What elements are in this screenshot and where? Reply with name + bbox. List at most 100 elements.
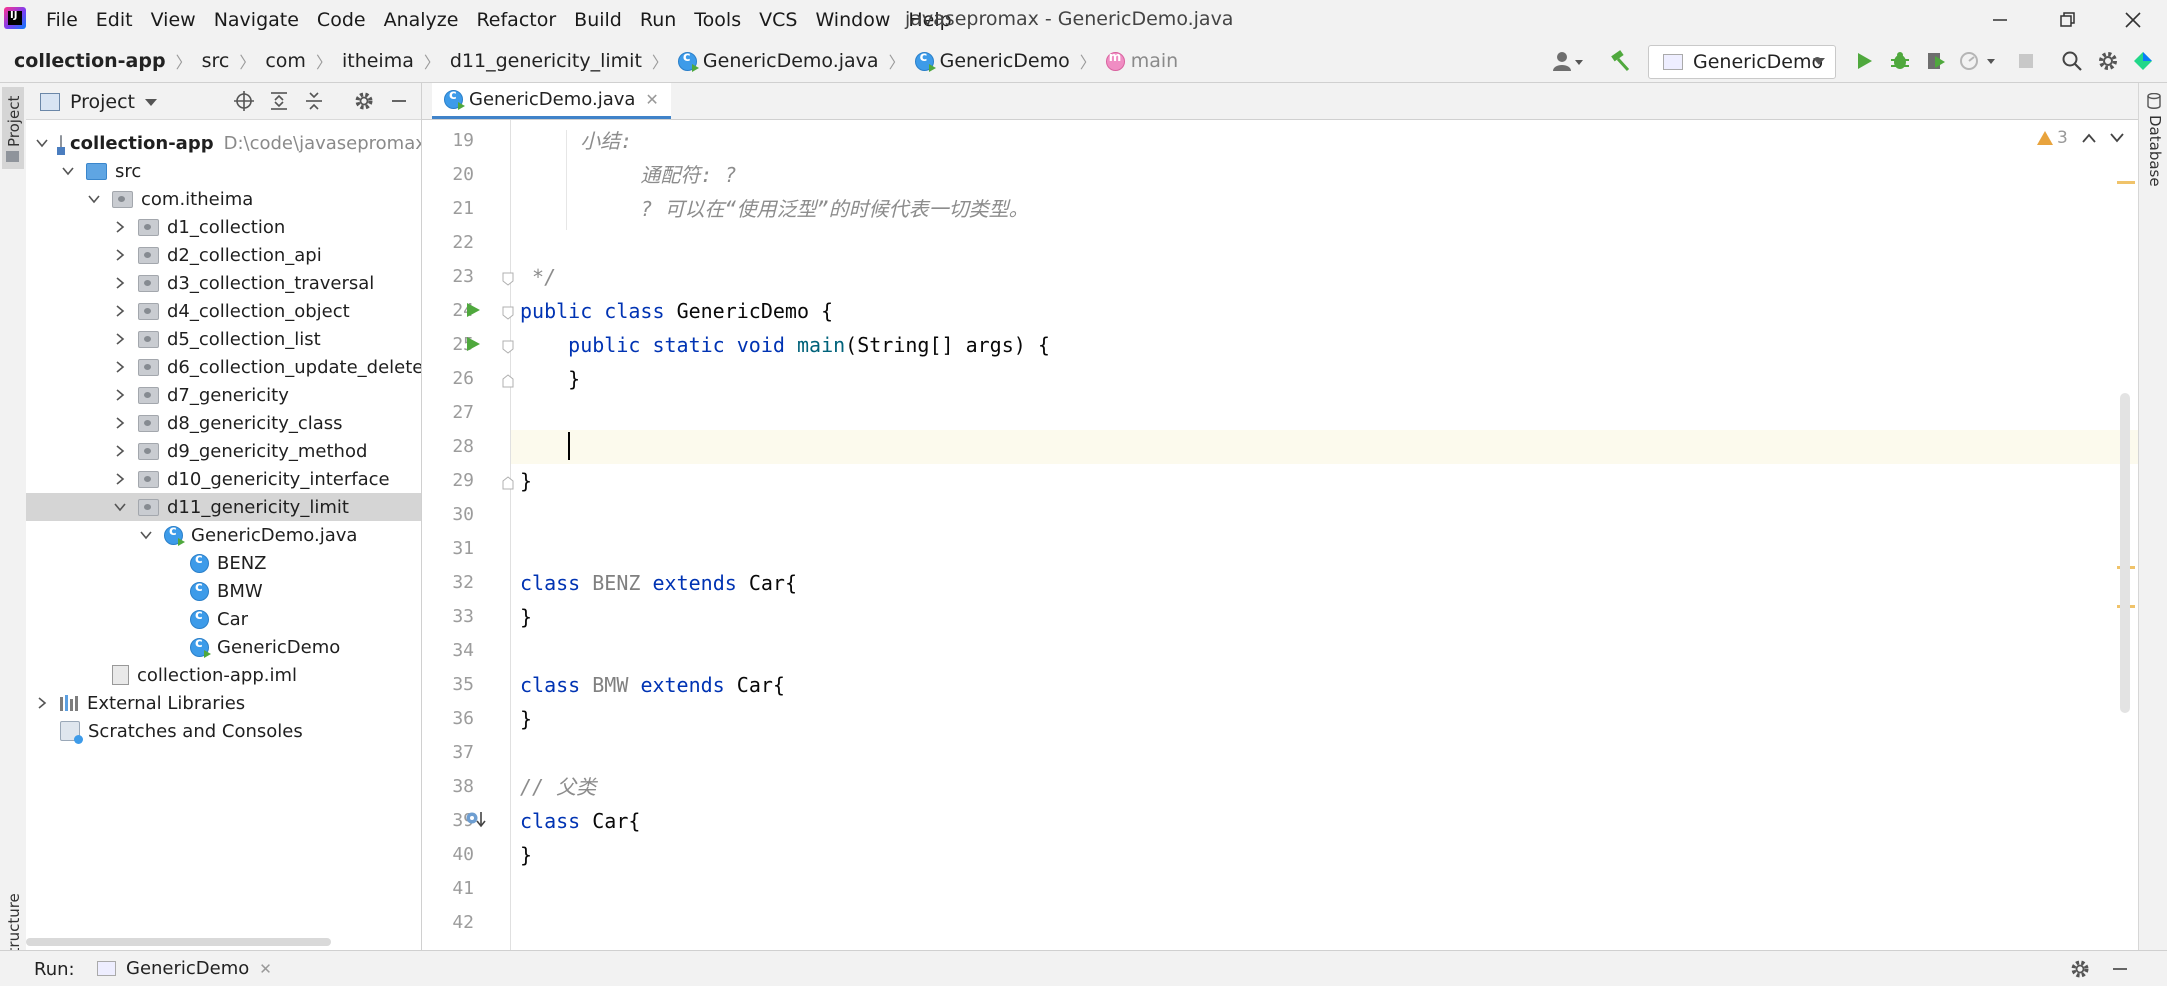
chevron-down-icon — [145, 98, 158, 106]
tree-node-folder[interactable]: d7_genericity — [26, 381, 421, 409]
menu-tools[interactable]: Tools — [694, 9, 741, 31]
toolbox-icon — [2134, 52, 2152, 70]
minimize-button[interactable] — [1975, 4, 2025, 36]
tree-node-root[interactable]: collection-app D:\code\javasepromax\c — [26, 129, 421, 157]
tree-node-package[interactable]: com.itheima — [26, 185, 421, 213]
breadcrumb-class[interactable]: GenericDemo — [914, 50, 1070, 72]
tree-node-folder[interactable]: d1_collection — [26, 213, 421, 241]
breadcrumb-itheima[interactable]: itheima — [342, 50, 414, 72]
implemented-gutter-icon[interactable] — [465, 810, 487, 830]
breadcrumb-method[interactable]: main — [1105, 50, 1178, 72]
chevron-down-icon — [62, 165, 74, 177]
code-line-29: } — [520, 469, 533, 493]
inspection-widget[interactable]: 3 — [2037, 128, 2124, 148]
close-tab-icon[interactable]: ✕ — [259, 960, 272, 978]
tree-node-folder[interactable]: d5_collection_list — [26, 325, 421, 353]
build-button[interactable] — [1608, 49, 1632, 73]
menu-window[interactable]: Window — [815, 9, 890, 31]
collapse-all-button[interactable] — [303, 90, 325, 112]
locate-file-button[interactable] — [233, 90, 255, 112]
menu-build[interactable]: Build — [574, 9, 622, 31]
package-icon — [138, 274, 159, 292]
chevron-down-icon[interactable] — [2110, 133, 2124, 143]
tree-node-folder[interactable]: d4_collection_object — [26, 297, 421, 325]
package-icon — [138, 386, 159, 404]
folder-label: d9_genericity_method — [167, 440, 368, 462]
tree-node-folder[interactable]: d2_collection_api — [26, 241, 421, 269]
tree-node-folder[interactable]: d8_genericity_class — [26, 409, 421, 437]
close-window-button[interactable] — [2108, 4, 2158, 36]
tree-node-folder[interactable]: d6_collection_update_delete — [26, 353, 421, 381]
menu-navigate[interactable]: Navigate — [214, 9, 299, 31]
gear-icon[interactable] — [2070, 959, 2090, 979]
project-view-selector[interactable]: Project — [40, 91, 158, 113]
close-tab-icon[interactable]: ✕ — [645, 90, 658, 109]
chevron-up-icon[interactable] — [2082, 133, 2096, 143]
project-settings-button[interactable] — [353, 90, 375, 112]
code-editor[interactable]: 小结: 通配符: ? ? 可以在“使用泛型”的时候代表一切类型。 */ publ… — [511, 120, 2011, 950]
menu-refactor[interactable]: Refactor — [476, 9, 556, 31]
line-number: 27 — [452, 402, 474, 423]
tree-node-folder-selected[interactable]: d11_genericity_limit — [26, 493, 421, 521]
tree-node-folder[interactable]: d10_genericity_interface — [26, 465, 421, 493]
breadcrumb-com[interactable]: com — [265, 50, 306, 72]
code-line-33: } — [520, 605, 533, 629]
restore-button[interactable] — [2043, 4, 2093, 36]
menu-analyze[interactable]: Analyze — [384, 9, 459, 31]
jetbrains-toolbox-button[interactable] — [2131, 49, 2155, 73]
run-configuration-selector[interactable]: GenericDemo — [1648, 45, 1836, 79]
run-gutter-icon[interactable] — [465, 336, 481, 352]
breadcrumb-package[interactable]: d11_genericity_limit — [450, 50, 642, 72]
chevron-right-icon — [114, 333, 126, 345]
menu-edit[interactable]: Edit — [96, 9, 133, 31]
account-button[interactable] — [1550, 49, 1586, 73]
tree-node-src[interactable]: src — [26, 157, 421, 185]
stop-button[interactable] — [2014, 49, 2038, 73]
horizontal-scrollbar[interactable] — [26, 938, 331, 946]
tree-node-class[interactable]: GenericDemo — [26, 633, 421, 661]
expand-all-button[interactable] — [268, 90, 290, 112]
menu-view[interactable]: View — [151, 9, 196, 31]
chevron-down-icon — [140, 529, 152, 541]
run-gutter-icon[interactable] — [465, 302, 481, 318]
search-everywhere-button[interactable] — [2060, 49, 2084, 73]
tree-node-class[interactable]: BENZ — [26, 549, 421, 577]
tree-node-class[interactable]: Car — [26, 605, 421, 633]
breadcrumb-src[interactable]: src — [202, 50, 230, 72]
run-with-coverage-button[interactable] — [1924, 49, 1948, 73]
tree-node-folder[interactable]: d9_genericity_method — [26, 437, 421, 465]
tree-node-folder[interactable]: d3_collection_traversal — [26, 269, 421, 297]
tree-node-iml[interactable]: collection-app.iml — [26, 661, 421, 689]
line-number: 33 — [452, 606, 474, 627]
source-folder-icon — [86, 162, 107, 180]
hide-panel-button[interactable] — [388, 90, 410, 112]
debug-button[interactable] — [1888, 49, 1912, 73]
tree-node-file[interactable]: GenericDemo.java — [26, 521, 421, 549]
menu-run[interactable]: Run — [640, 9, 676, 31]
line-number: 42 — [452, 912, 474, 933]
chevron-right-icon: 〉 — [175, 53, 192, 72]
editor-tab-genericdemo[interactable]: GenericDemo.java ✕ — [432, 83, 671, 119]
menu-file[interactable]: File — [46, 9, 78, 31]
profile-button[interactable] — [1958, 49, 1998, 73]
code-line-20: 通配符: ? — [520, 158, 736, 192]
run-button[interactable] — [1852, 49, 1876, 73]
database-tool-button[interactable]: Database — [2142, 91, 2166, 191]
menu-vcs[interactable]: VCS — [759, 9, 797, 31]
project-tool-button[interactable]: Project — [2, 87, 24, 169]
settings-button[interactable] — [2096, 49, 2120, 73]
minimize-icon[interactable] — [2110, 959, 2130, 979]
menu-code[interactable]: Code — [317, 9, 366, 31]
library-icon — [60, 695, 79, 711]
comment-text: ? 可以在“使用泛型”的时候代表一切类型。 — [640, 197, 1029, 221]
tree-node-scratches[interactable]: Scratches and Consoles — [26, 717, 421, 745]
warning-stripe-marker[interactable] — [2117, 181, 2135, 184]
tree-node-class[interactable]: BMW — [26, 577, 421, 605]
vertical-scrollbar[interactable] — [2120, 393, 2130, 713]
breadcrumb-project[interactable]: collection-app — [14, 50, 166, 72]
run-tab-genericdemo[interactable]: GenericDemo ✕ — [97, 955, 272, 982]
breadcrumb-file[interactable]: GenericDemo.java — [677, 50, 879, 72]
tree-node-external-libraries[interactable]: External Libraries — [26, 689, 421, 717]
bottom-tool-bar: Run: GenericDemo ✕ — [0, 950, 2167, 986]
run-tab-label: GenericDemo — [126, 958, 250, 979]
